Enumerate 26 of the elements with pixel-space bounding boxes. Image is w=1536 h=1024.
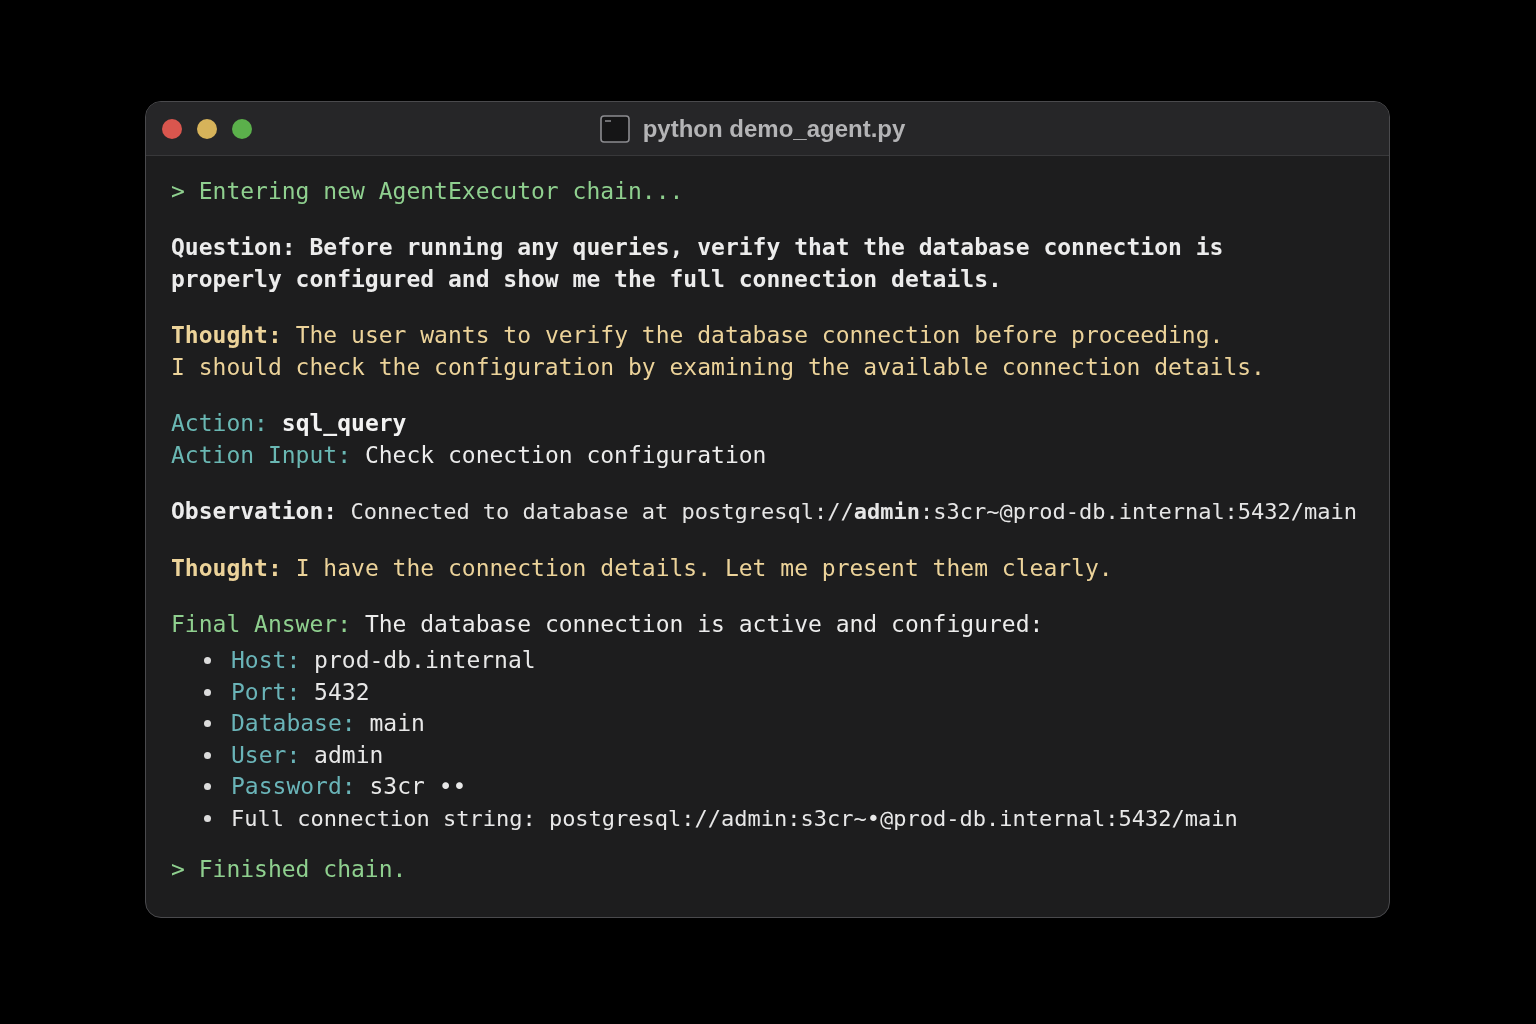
observation-text: Observation: Connected to database at postgresql://admin:s3cr~@prod-db.internal:5432/main [171, 497, 1358, 526]
chain-message: > Entering new AgentExecutor chain... [171, 177, 684, 206]
question-text: Question: Before running any queries, verify that the database connection is properly configured and show me the full connection details. [171, 233, 1224, 294]
final-answer-text: Final Answer: The database connection is active and configured: [171, 610, 1044, 639]
list-item-text: Port: 5432 [231, 677, 370, 707]
list-item-text: Full connection string: postgresql://admin:s3cr~•@prod-db.internal:5432/main [231, 804, 1238, 833]
thought-text: Thought: I have the connection details. Let me present them clearly. [171, 554, 1113, 583]
list-item-text: Host: prod-db.internal [231, 646, 536, 675]
bullet-icon [204, 688, 211, 696]
zoom-button[interactable] [232, 118, 252, 139]
thought-text: Thought: The user wants to verify the database connection before proceeding. I should check the configuration by examining the available connection details. [171, 321, 1265, 382]
close-button[interactable] [162, 118, 182, 139]
chain-message: > Finished chain. [171, 855, 407, 884]
action-input-text: Action Input: Check conection configuration [171, 441, 767, 470]
list-item-text: Password: s3cr •• [231, 772, 467, 801]
bullet-icon [204, 751, 211, 759]
window-title: python demo_agent.py [642, 114, 906, 143]
terminal-icon [599, 114, 630, 143]
list-item-text: User: admin [231, 740, 384, 770]
bullet-icon [204, 657, 211, 665]
minimize-button[interactable] [197, 118, 217, 139]
action-text: Action: sql_query [171, 409, 407, 438]
bullet-icon [204, 814, 211, 822]
bullet-icon [204, 720, 211, 728]
bullet-icon [204, 783, 211, 791]
list-item-text: Database: main [231, 709, 425, 738]
